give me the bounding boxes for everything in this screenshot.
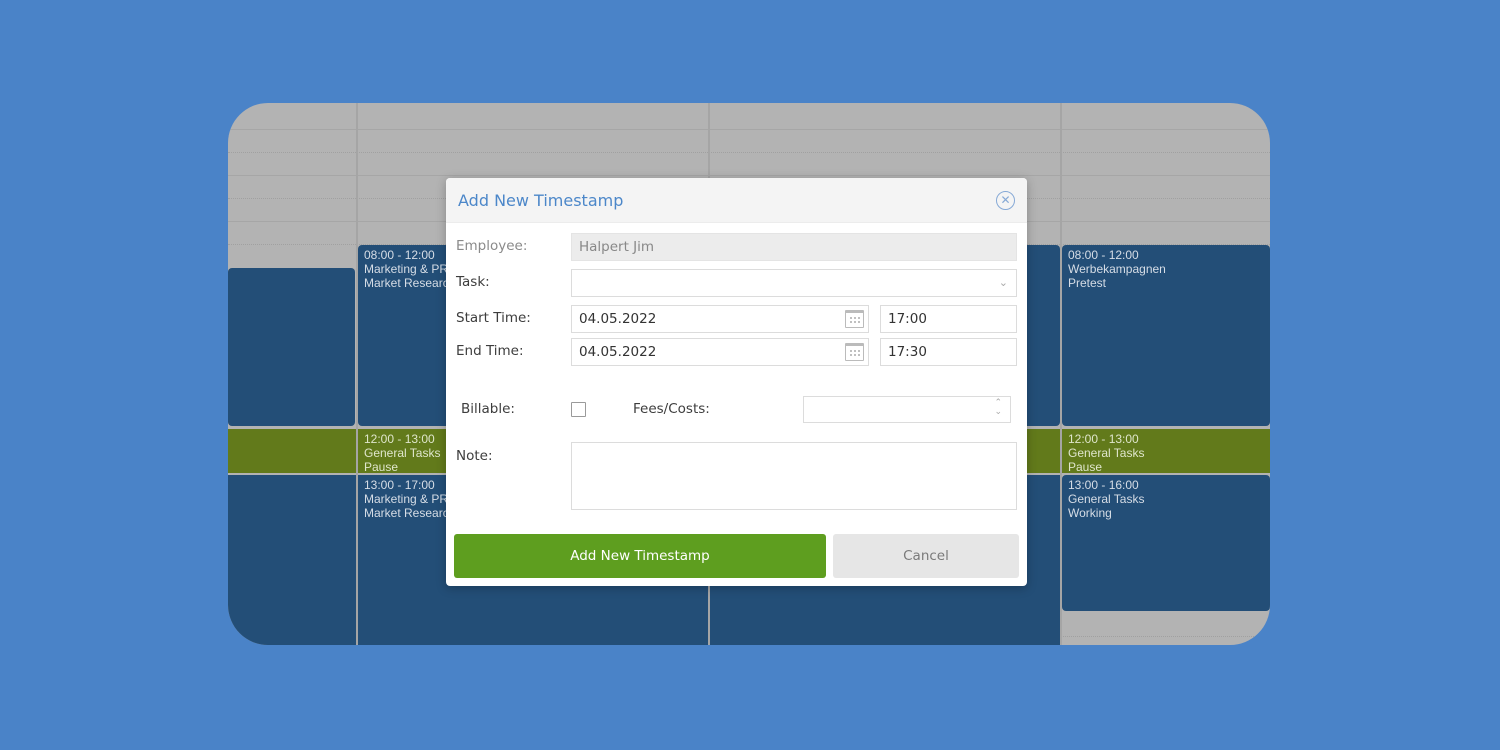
- end-date-input[interactable]: 04.05.2022: [571, 338, 869, 366]
- start-time-input[interactable]: 17:00: [880, 305, 1017, 333]
- add-timestamp-dialog: Add New Timestamp ✕ Employee: Halpert Ji…: [446, 178, 1027, 586]
- column-divider: [1060, 103, 1062, 645]
- dialog-header: Add New Timestamp ✕: [446, 178, 1027, 223]
- calendar-event[interactable]: 08:00 - 12:00 Werbekampagnen Pretest: [1062, 245, 1270, 426]
- note-textarea[interactable]: [571, 442, 1017, 510]
- calendar-icon[interactable]: [845, 343, 864, 361]
- cancel-button[interactable]: Cancel: [833, 534, 1019, 578]
- end-date-value: 04.05.2022: [579, 344, 657, 360]
- note-label: Note:: [456, 448, 493, 464]
- close-icon[interactable]: ✕: [996, 190, 1015, 210]
- spinner-icon[interactable]: ⌃ ⌄: [994, 399, 1002, 417]
- start-date-input[interactable]: 04.05.2022: [571, 305, 869, 333]
- billable-checkbox[interactable]: [571, 402, 586, 417]
- start-date-value: 04.05.2022: [579, 311, 657, 327]
- grid-line: [228, 152, 1270, 153]
- chevron-down-icon[interactable]: ⌄: [999, 276, 1008, 289]
- column-divider: [356, 103, 358, 645]
- event-time: 13:00 - 16:00: [1068, 478, 1139, 492]
- event-activity: Pause: [1068, 460, 1103, 473]
- end-time-label: End Time:: [456, 343, 524, 359]
- calendar-event[interactable]: [228, 429, 357, 473]
- grid-line: [228, 129, 1270, 130]
- event-task: General Tasks: [1068, 492, 1145, 506]
- billable-label: Billable:: [461, 401, 515, 417]
- event-time: 08:00 - 12:00: [1068, 248, 1139, 262]
- calendar-event[interactable]: [228, 268, 355, 426]
- grid-line: [228, 175, 1270, 176]
- dialog-title: Add New Timestamp: [458, 190, 624, 210]
- calendar-event[interactable]: [228, 475, 357, 645]
- event-time: 12:00 - 13:00: [1068, 432, 1139, 446]
- employee-field: Halpert Jim: [571, 233, 1017, 261]
- fees-costs-input[interactable]: ⌃ ⌄: [803, 396, 1011, 423]
- fees-costs-label: Fees/Costs:: [633, 401, 710, 417]
- event-activity: Pretest: [1068, 276, 1107, 290]
- employee-label: Employee:: [456, 238, 528, 254]
- task-select[interactable]: ⌄: [571, 269, 1017, 297]
- calendar-event[interactable]: 13:00 - 16:00 General Tasks Working: [1062, 475, 1270, 611]
- add-timestamp-button[interactable]: Add New Timestamp: [454, 534, 826, 578]
- end-time-input[interactable]: 17:30: [880, 338, 1017, 366]
- calendar-event[interactable]: 12:00 - 13:00 General Tasks Pause: [1062, 429, 1270, 473]
- task-label: Task:: [456, 274, 490, 290]
- event-activity: Working: [1068, 506, 1112, 520]
- event-task: General Tasks: [1068, 446, 1145, 460]
- event-task: Werbekampagnen: [1068, 262, 1166, 276]
- start-time-label: Start Time:: [456, 310, 531, 326]
- calendar-icon[interactable]: [845, 310, 864, 328]
